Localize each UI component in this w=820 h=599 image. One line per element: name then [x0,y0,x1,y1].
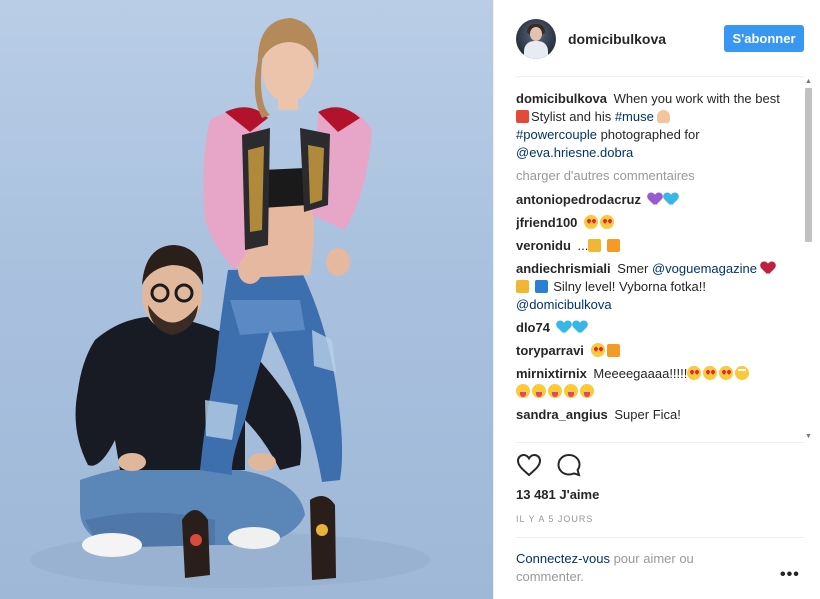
post-header: domicibulkova S'abonner [494,0,820,77]
tongue-emoji-icon [548,384,562,398]
caption-text-3: photographed for [600,127,700,142]
instagram-post-modal: domicibulkova S'abonner domicibulkova Wh… [0,0,820,599]
tongue-emoji-icon [532,384,546,398]
mention-domicibulkova-link[interactable]: @domicibulkova [516,297,612,312]
login-link[interactable]: Connectez-vous [516,551,610,566]
crown-emoji-icon [516,280,529,293]
hundred-points-emoji-icon [761,262,775,275]
heart-eyes-emoji-icon [600,215,615,229]
heart-eyes-emoji-icon [703,366,718,380]
comment-username[interactable]: antoniopedrodacruz [516,192,641,207]
follow-button[interactable]: S'abonner [724,25,804,52]
raising-hands-emoji-icon [606,344,620,357]
heart-eyes-emoji-icon [590,343,605,357]
comment-username[interactable]: sandra_angius [516,407,608,422]
tongue-emoji-icon [580,384,594,398]
rolling-eyes-emoji-icon [735,366,750,380]
post-photo[interactable] [0,0,493,599]
top-emoji-icon [534,280,548,293]
scrollbar-thumb[interactable] [805,88,812,242]
blue-heart-icon [557,321,571,334]
comment-text: ... [577,238,589,253]
collision-emoji-icon [516,110,529,123]
blue-heart-icon [664,193,678,206]
list-item: andiechrismiali Smer @voguemagazine Siln… [516,260,796,314]
list-item: dlo74 [516,319,796,337]
list-item: toryparravi [516,342,796,360]
likes-count[interactable]: 13 481 J'aime [516,487,599,502]
sparkle-emoji-icon [607,239,620,252]
comment-username[interactable]: andiechrismiali [516,261,611,276]
comments-scrollbar[interactable]: ▲ ▼ [804,78,813,440]
hashtag-powercouple-link[interactable]: #powercouple [516,127,597,142]
comment-username[interactable]: toryparravi [516,343,584,358]
list-item: sandra_angius Super Fica! [516,406,796,424]
heart-eyes-emoji-icon [687,366,702,380]
avatar[interactable] [516,18,556,59]
comment-text-2: Silny level! Vyborna fotka!! [553,279,706,294]
login-prompt: Connectez-vous pour aimer ou commenter. [516,550,731,586]
speech-bubble-icon[interactable] [556,452,582,478]
tongue-emoji-icon [516,384,530,398]
comment-text: Smer [617,261,649,276]
footer-divider [516,537,804,538]
comment-username[interactable]: mirnixtirnix [516,366,587,381]
header-divider [516,76,804,77]
purple-heart-icon [648,193,662,206]
thumbs-up-emoji-icon [588,239,602,252]
caption-username[interactable]: domicibulkova [516,91,607,106]
comments-list: domicibulkova When you work with the bes… [516,90,796,442]
comment-text: Super Fica! [614,407,681,422]
tongue-emoji-icon [564,384,578,398]
mention-eva-link[interactable]: @eva.hriesne.dobra [516,145,633,160]
load-more-comments-link[interactable]: charger d'autres commentaires [516,167,796,185]
comments-divider [516,442,804,443]
heart-outline-icon[interactable] [516,452,542,478]
post-actions [516,452,596,478]
comment-text: Meeeegaaaa!!!!! [593,366,688,381]
heart-eyes-emoji-icon [719,366,734,380]
comment-username[interactable]: jfriend100 [516,215,577,230]
caption: domicibulkova When you work with the bes… [516,90,796,162]
post-timestamp[interactable]: IL Y A 5 JOURS [516,514,593,524]
list-item: mirnixtirnix Meeeegaaaa!!!!! [516,365,796,401]
blue-heart-icon [573,321,587,334]
photo-illustration [30,18,430,588]
scroll-up-arrow-icon[interactable]: ▲ [805,78,812,85]
mention-voguemagazine-link[interactable]: @voguemagazine [652,261,757,276]
post-sidebar: domicibulkova S'abonner domicibulkova Wh… [493,0,820,599]
scroll-down-arrow-icon[interactable]: ▼ [805,433,812,440]
princess-emoji-icon [657,110,671,123]
comment-username[interactable]: veronidu [516,238,571,253]
header-username[interactable]: domicibulkova [568,31,666,47]
list-item: jfriend100 [516,214,796,232]
heart-eyes-emoji-icon [584,215,599,229]
comment-username[interactable]: dlo74 [516,320,550,335]
caption-text-2: Stylist and his [531,109,612,124]
more-options-button[interactable]: ••• [780,566,800,584]
list-item: antoniopedrodacruz [516,191,796,209]
hashtag-muse-link[interactable]: #muse [615,109,654,124]
list-item: veronidu ... [516,237,796,255]
caption-text-1: When you work with the best [613,91,780,106]
